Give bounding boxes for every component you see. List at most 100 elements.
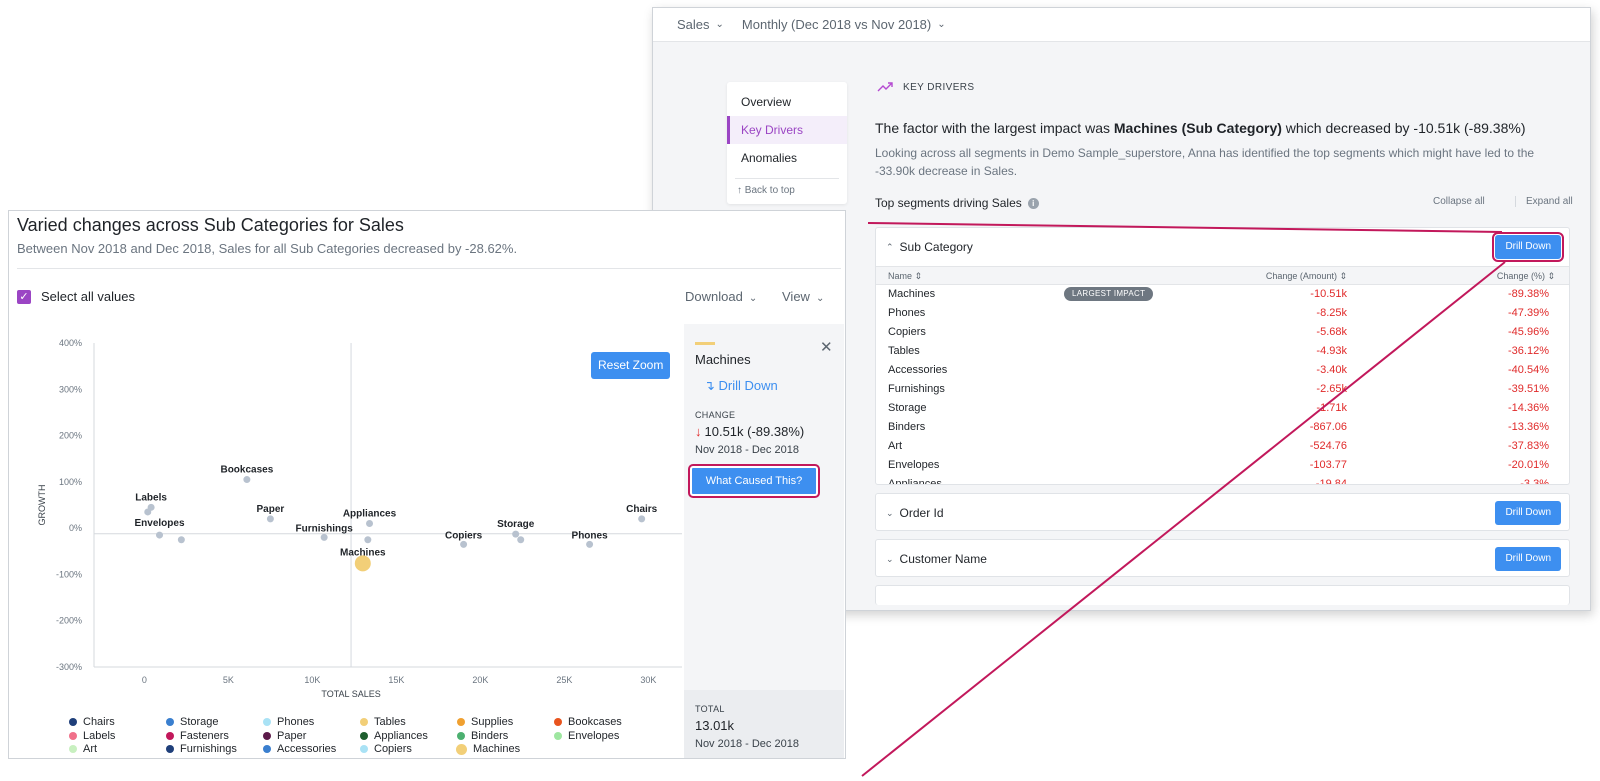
nav-item-overview[interactable]: Overview bbox=[727, 88, 847, 116]
expand-all-link[interactable]: Expand all bbox=[1515, 196, 1573, 207]
row-amount: -1.71k bbox=[1316, 402, 1347, 414]
scatter-point[interactable] bbox=[266, 515, 274, 523]
table-row[interactable]: Envelopes -103.77 -20.01% bbox=[876, 456, 1569, 475]
scatter-point[interactable] bbox=[512, 530, 520, 538]
scatter-point[interactable] bbox=[320, 533, 328, 541]
headline-prefix: The factor with the largest impact was bbox=[875, 120, 1114, 136]
drill-down-button[interactable]: Drill Down bbox=[1495, 501, 1561, 525]
column-amount[interactable]: Change (Amount) ⇕ bbox=[1266, 271, 1347, 282]
legend-label: Furnishings bbox=[180, 743, 237, 755]
legend-item[interactable]: Storage bbox=[166, 716, 219, 728]
drill-arrow-icon: ↴ bbox=[704, 378, 715, 393]
legend-item[interactable]: Phones bbox=[263, 716, 314, 728]
scatter-point[interactable] bbox=[586, 540, 594, 548]
row-name: Furnishings bbox=[888, 383, 945, 395]
view-label: View bbox=[782, 289, 810, 304]
column-percent[interactable]: Change (%) ⇕ bbox=[1497, 271, 1555, 282]
table-row[interactable]: Accessories -3.40k -40.54% bbox=[876, 361, 1569, 380]
collapse-all-link[interactable]: Collapse all bbox=[1433, 196, 1485, 207]
table-row[interactable]: Appliances -19.84 -3.3% bbox=[876, 475, 1569, 485]
row-amount: -103.77 bbox=[1309, 459, 1347, 471]
legend-dot bbox=[69, 745, 77, 753]
segment-title: Customer Name bbox=[899, 552, 987, 566]
legend-item[interactable]: Labels bbox=[69, 730, 115, 742]
x-tick-label: 0 bbox=[142, 675, 147, 685]
segment-title: Sub Category bbox=[899, 240, 973, 254]
legend-item[interactable]: Supplies bbox=[457, 716, 513, 728]
table-row[interactable]: Art -524.76 -37.83% bbox=[876, 437, 1569, 456]
period-label: Monthly (Dec 2018 vs Nov 2018) bbox=[741, 17, 932, 32]
legend-item[interactable]: Tables bbox=[360, 716, 406, 728]
what-caused-this-button[interactable]: What Caused This? bbox=[688, 464, 820, 498]
row-percent: -37.83% bbox=[1508, 440, 1549, 452]
table-row[interactable]: Storage -1.71k -14.36% bbox=[876, 399, 1569, 418]
table-row[interactable]: Phones -8.25k -47.39% bbox=[876, 304, 1569, 323]
legend-dot bbox=[69, 718, 77, 726]
table-row[interactable]: Binders -867.06 -13.36% bbox=[876, 418, 1569, 437]
row-amount: -2.65k bbox=[1316, 383, 1347, 395]
legend-item[interactable]: Accessories bbox=[263, 743, 336, 755]
table-row[interactable]: Machines LARGEST IMPACT -10.51k -89.38% bbox=[876, 285, 1569, 304]
close-icon[interactable]: ✕ bbox=[820, 338, 833, 356]
legend-item[interactable]: Chairs bbox=[69, 716, 115, 728]
legend-label: Art bbox=[83, 743, 98, 755]
nav-item-anomalies[interactable]: Anomalies bbox=[727, 144, 847, 172]
back-to-top-link[interactable]: ↑ Back to top bbox=[735, 178, 839, 196]
drill-down-link[interactable]: ↴ Drill Down bbox=[704, 378, 778, 394]
largest-impact-badge: LARGEST IMPACT bbox=[1064, 287, 1154, 301]
legend-item[interactable]: Furnishings bbox=[166, 743, 237, 755]
legend-label: Phones bbox=[277, 716, 315, 728]
scatter-point[interactable] bbox=[156, 531, 164, 539]
row-amount: -19.84 bbox=[1315, 478, 1347, 485]
legend-label: Accessories bbox=[277, 743, 337, 755]
select-all-checkbox[interactable]: ✓ Select all values bbox=[17, 289, 135, 304]
segment-header[interactable]: ⌄ Customer Name Drill Down bbox=[876, 540, 1569, 578]
segments-title-text: Top segments driving Sales bbox=[875, 196, 1022, 210]
series-color-swatch bbox=[695, 342, 715, 345]
legend-item[interactable]: Envelopes bbox=[554, 730, 619, 742]
drill-down-button[interactable]: Drill Down bbox=[1492, 232, 1564, 262]
legend-label: Bookcases bbox=[568, 716, 622, 728]
row-amount: -5.68k bbox=[1316, 326, 1347, 338]
row-name: Copiers bbox=[888, 326, 926, 338]
scatter-point[interactable] bbox=[364, 536, 372, 544]
scatter-point[interactable] bbox=[243, 476, 251, 484]
scatter-point[interactable] bbox=[144, 508, 152, 516]
legend-dot bbox=[166, 718, 174, 726]
legend-item[interactable]: Copiers bbox=[360, 743, 412, 755]
y-tick-label: 400% bbox=[59, 338, 82, 348]
scatter-point[interactable] bbox=[366, 520, 374, 528]
segment-header[interactable]: ⌃ Sub Category Drill Down bbox=[876, 228, 1569, 266]
table-row[interactable]: Copiers -5.68k -45.96% bbox=[876, 323, 1569, 342]
legend-item[interactable]: Art bbox=[69, 743, 97, 755]
segment-rows: Machines LARGEST IMPACT -10.51k -89.38% Phon… bbox=[876, 285, 1569, 485]
total-label: TOTAL bbox=[695, 704, 725, 714]
reset-zoom-button[interactable]: Reset Zoom bbox=[591, 352, 671, 379]
download-dropdown[interactable]: Download ⌄ bbox=[685, 289, 757, 304]
legend-item[interactable]: Binders bbox=[457, 730, 508, 742]
legend-item[interactable]: Appliances bbox=[360, 730, 428, 742]
view-dropdown[interactable]: View ⌄ bbox=[782, 289, 824, 304]
scatter-chart[interactable]: 400% 300% 200% 100% 0% -100% -200% -300% 0 5K 10K 1… bbox=[17, 331, 682, 703]
point-detail-panel: ✕ Machines ↴ Drill Down CHANGE ↓ 10.51k (… bbox=[684, 324, 844, 758]
nav-item-key-drivers[interactable]: Key Drivers bbox=[727, 116, 847, 144]
legend-item[interactable]: Paper bbox=[263, 730, 306, 742]
segment-header[interactable]: ⌄ Order Id Drill Down bbox=[876, 494, 1569, 532]
legend-item[interactable]: Bookcases bbox=[554, 716, 622, 728]
period-dropdown[interactable]: Monthly (Dec 2018 vs Nov 2018) ⌄ bbox=[742, 17, 946, 32]
scatter-point[interactable] bbox=[638, 515, 646, 523]
column-name[interactable]: Name ⇕ bbox=[888, 271, 922, 282]
table-row[interactable]: Tables -4.93k -36.12% bbox=[876, 342, 1569, 361]
scatter-point[interactable] bbox=[517, 536, 525, 544]
scatter-point[interactable] bbox=[460, 540, 468, 548]
row-amount: -4.93k bbox=[1316, 345, 1347, 357]
drill-down-button[interactable]: Drill Down bbox=[1495, 547, 1561, 571]
key-driver-headline: The factor with the largest impact was M… bbox=[875, 120, 1575, 136]
legend-dot bbox=[456, 743, 467, 755]
table-row[interactable]: Furnishings -2.65k -39.51% bbox=[876, 380, 1569, 399]
scatter-point[interactable] bbox=[177, 536, 185, 544]
info-icon[interactable]: i bbox=[1027, 197, 1039, 209]
metric-dropdown[interactable]: Sales ⌄ bbox=[677, 17, 724, 32]
legend-item[interactable]: Machines bbox=[456, 743, 520, 755]
legend-item[interactable]: Fasteners bbox=[166, 730, 229, 742]
